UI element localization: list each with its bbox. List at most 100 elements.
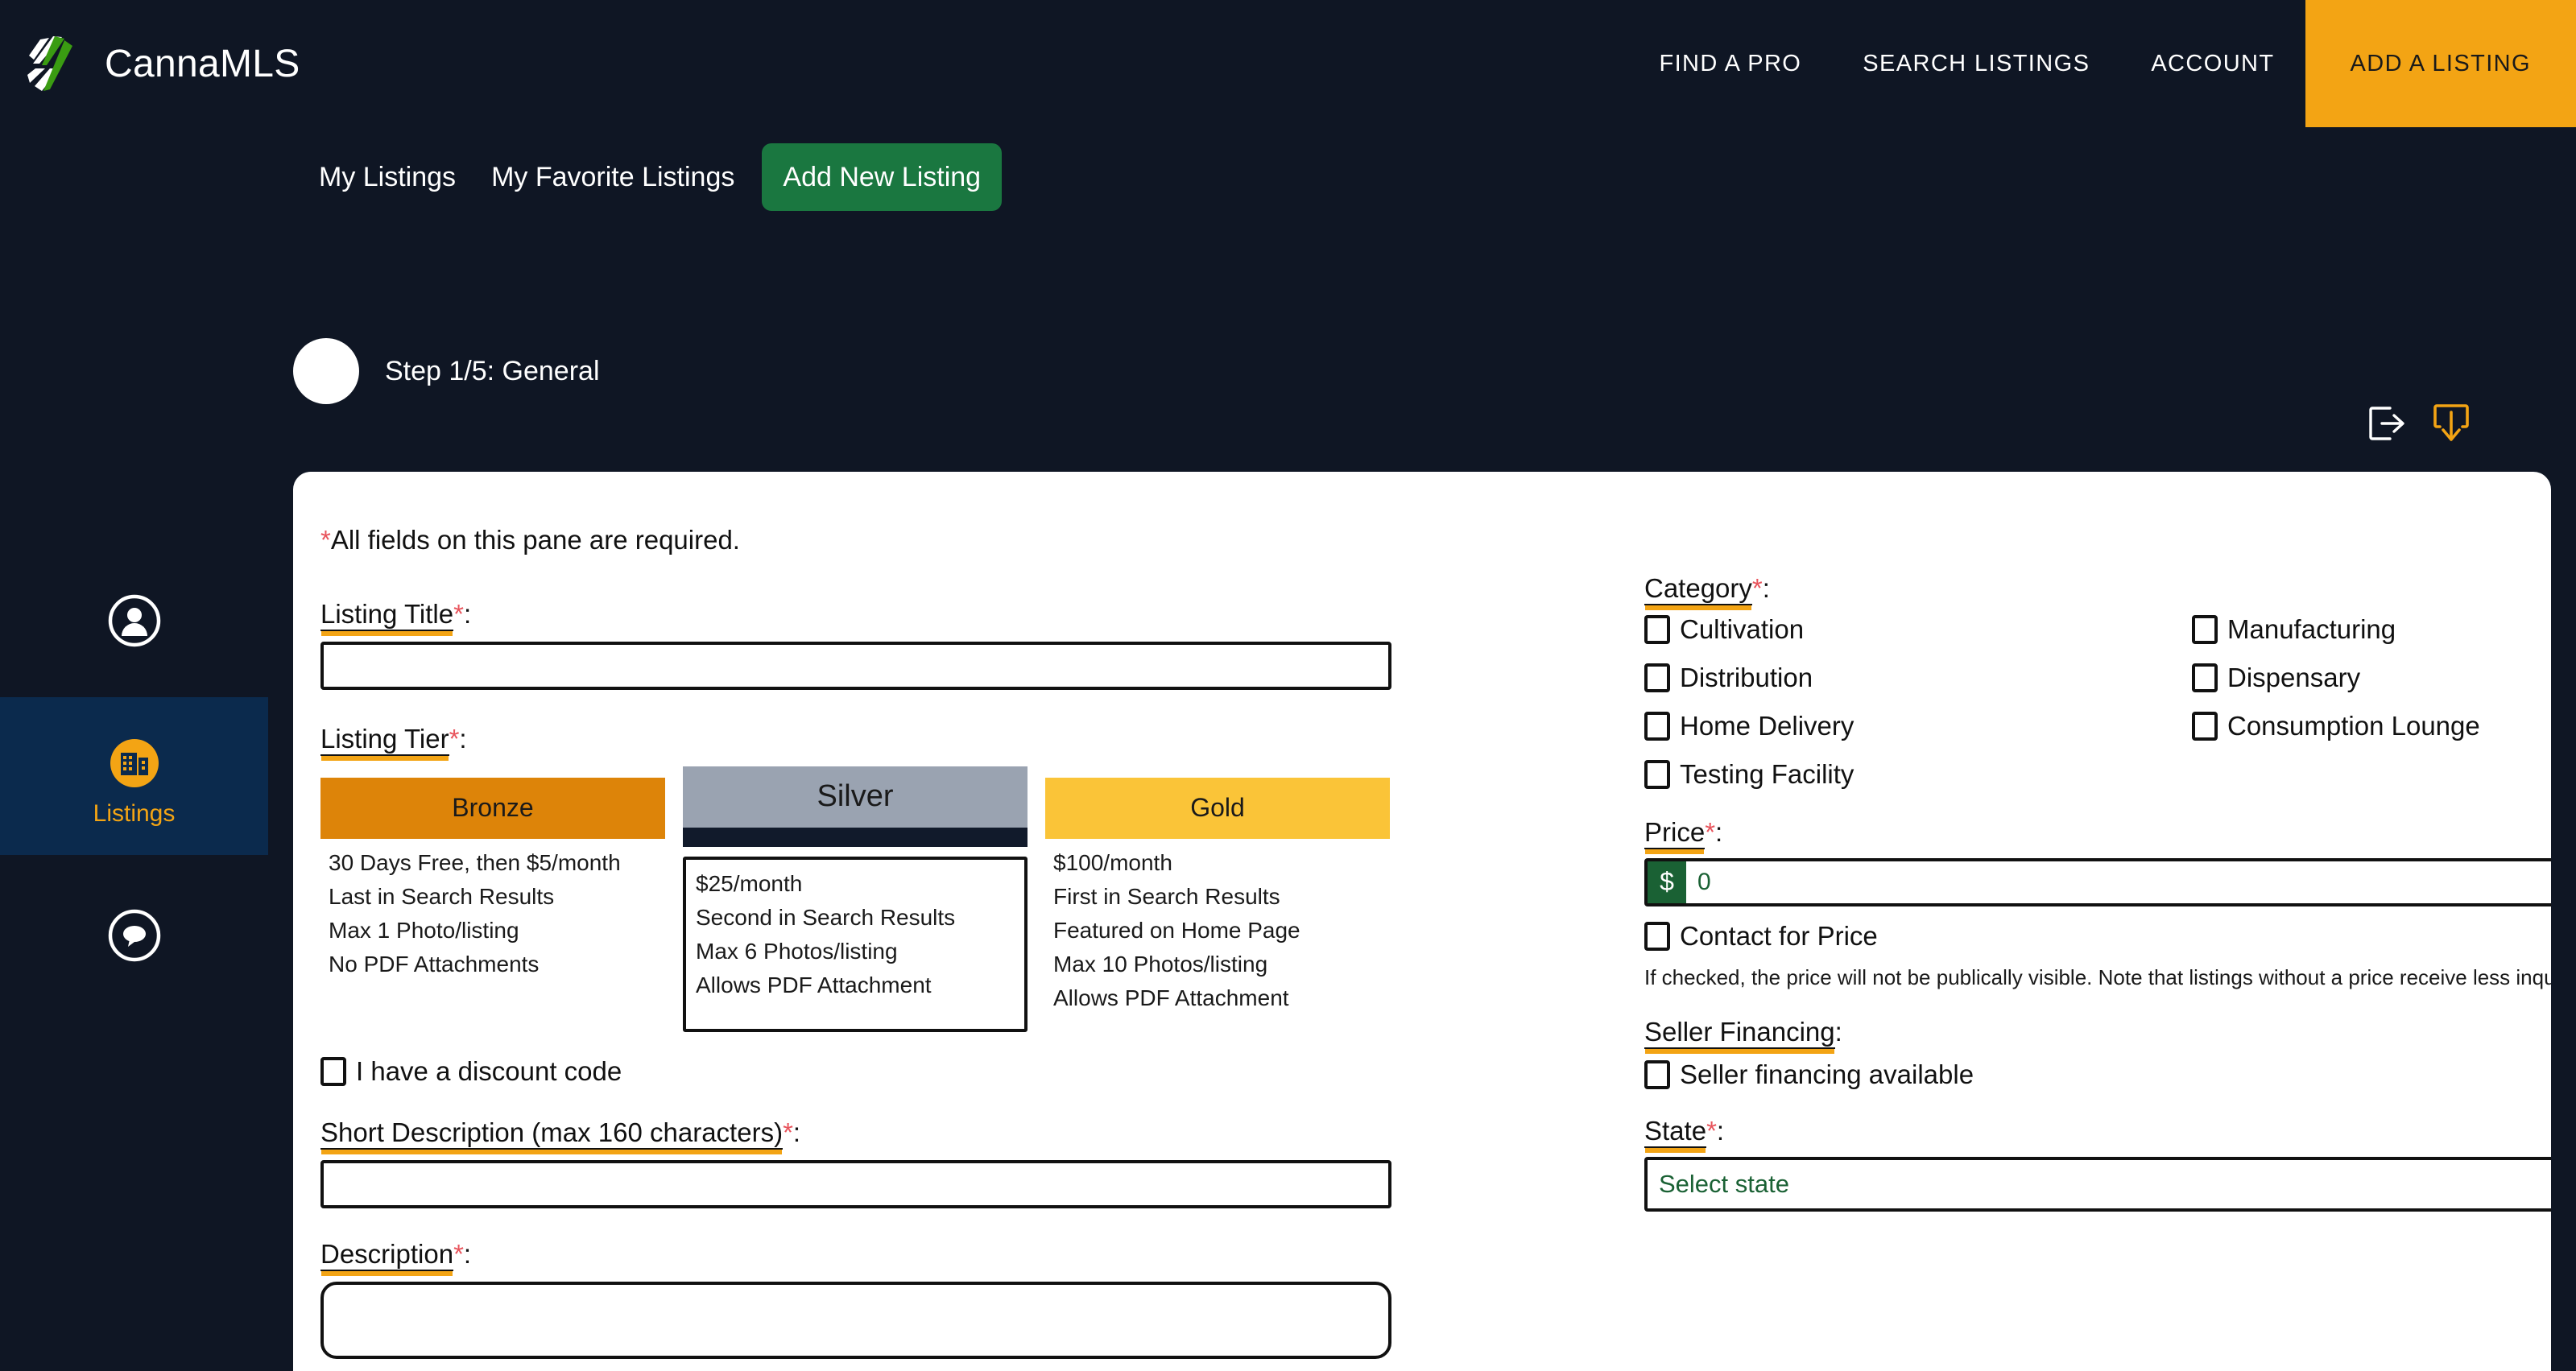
step-indicator: Step 1/5: General (293, 338, 600, 404)
left-sidebar: Listings (0, 127, 268, 1371)
required-marker: * (320, 525, 331, 555)
card-action-icons (2367, 403, 2469, 444)
listing-tier-options: Bronze 30 Days Free, then $5/month Last … (320, 766, 1391, 1032)
price-input[interactable] (1686, 861, 2551, 903)
listings-subnav: My Listings My Favorite Listings Add New… (301, 143, 1003, 211)
tier-silver-features: $25/month Second in Search Results Max 6… (683, 856, 1028, 1032)
listings-building-icon (110, 739, 159, 787)
category-checkbox-dispensary[interactable] (2192, 663, 2218, 692)
seller-financing-option-label: Seller financing available (1680, 1059, 1974, 1089)
tier-gold-title[interactable]: Gold (1045, 777, 1390, 839)
tier-feature: 30 Days Free, then $5/month (329, 849, 621, 875)
topnav-item-account[interactable]: ACCOUNT (2120, 0, 2305, 127)
tier-feature: Second in Search Results (696, 904, 956, 930)
required-fields-note: *All fields on this pane are required. (320, 525, 740, 555)
category-option-dispensary[interactable]: Dispensary (2192, 663, 2551, 693)
listing-tier-label: Listing Tier*: (320, 723, 1391, 756)
topnav-item-add-a-listing[interactable]: ADD A LISTING (2305, 0, 2576, 127)
step-label: Step 1/5: General (385, 355, 600, 386)
topnav-item-find-a-pro[interactable]: FIND A PRO (1628, 0, 1832, 127)
category-option-cultivation[interactable]: Cultivation (1644, 614, 2192, 645)
subnav-my-favorite-listings[interactable]: My Favorite Listings (473, 143, 752, 211)
listing-form-card: *All fields on this pane are required. L… (293, 472, 2551, 1371)
chat-bubble-icon (108, 909, 160, 962)
category-checkbox-consumption-lounge[interactable] (2192, 711, 2218, 741)
category-checkbox-home-delivery[interactable] (1644, 711, 1670, 741)
tier-feature: First in Search Results (1053, 883, 1280, 909)
category-label-home-delivery: Home Delivery (1680, 710, 1854, 741)
currency-symbol-icon: $ (1648, 861, 1686, 903)
seller-financing-row[interactable]: Seller financing available (1644, 1059, 2551, 1090)
tier-feature: Featured on Home Page (1053, 917, 1300, 943)
top-header: CannaMLS FIND A PRO SEARCH LISTINGS ACCO… (0, 0, 2576, 127)
category-options: Cultivation Manufacturing Distribution D… (1644, 614, 2551, 790)
category-label-cultivation: Cultivation (1680, 613, 1805, 644)
category-option-home-delivery[interactable]: Home Delivery (1644, 711, 2192, 741)
category-label-consumption-lounge: Consumption Lounge (2227, 710, 2480, 741)
cannamls-logo-icon (27, 36, 72, 91)
tier-feature: $100/month (1053, 849, 1172, 875)
tier-silver-title[interactable]: Silver (683, 766, 1028, 828)
tier-feature: No PDF Attachments (329, 951, 540, 977)
category-option-consumption-lounge[interactable]: Consumption Lounge (2192, 711, 2551, 741)
category-checkbox-testing-facility[interactable] (1644, 759, 1670, 789)
tier-feature: Allows PDF Attachment (696, 972, 932, 997)
tier-option-bronze[interactable]: Bronze 30 Days Free, then $5/month Last … (320, 766, 665, 1032)
description-label: Description*: (320, 1238, 1391, 1271)
listing-title-label: Listing Title*: (320, 599, 1391, 631)
short-description-input[interactable] (320, 1159, 1391, 1208)
exit-arrow-icon[interactable] (2367, 405, 2406, 442)
category-checkbox-distribution[interactable] (1644, 663, 1670, 692)
tier-feature: Max 10 Photos/listing (1053, 951, 1268, 977)
add-new-listing-button[interactable]: Add New Listing (762, 143, 1003, 211)
form-left-column: Listing Title*: Listing Tier*: Bronze 30… (320, 599, 1391, 1363)
brand-name: CannaMLS (105, 42, 300, 85)
topnav-item-search-listings[interactable]: SEARCH LISTINGS (1832, 0, 2120, 127)
category-label-manufacturing: Manufacturing (2227, 613, 2396, 644)
price-label: Price*: (1644, 816, 2551, 849)
subnav-my-listings[interactable]: My Listings (301, 143, 473, 211)
tier-feature: Max 6 Photos/listing (696, 938, 898, 964)
tier-gold-features: $100/month First in Search Results Featu… (1045, 839, 1390, 1011)
category-checkbox-cultivation[interactable] (1644, 614, 1670, 644)
form-right-column: Category*: Cultivation Manufacturing Dis… (1644, 573, 2551, 1212)
tier-feature: Last in Search Results (329, 883, 555, 909)
sidebar-item-messages[interactable] (0, 855, 268, 1016)
discount-code-checkbox-row[interactable]: I have a discount code (320, 1056, 1391, 1087)
listing-title-input[interactable] (320, 641, 1391, 690)
download-save-icon[interactable] (2433, 403, 2469, 444)
price-input-group: $ (1644, 857, 2551, 906)
short-description-label: Short Description (max 160 characters)*: (320, 1117, 1391, 1150)
sidebar-item-profile[interactable] (0, 544, 268, 697)
sidebar-item-listings[interactable]: Listings (0, 697, 268, 855)
seller-financing-checkbox[interactable] (1644, 1059, 1670, 1089)
tier-option-gold[interactable]: Gold $100/month First in Search Results … (1045, 766, 1390, 1032)
state-select[interactable]: Select state (1644, 1156, 2551, 1212)
discount-code-checkbox[interactable] (320, 1056, 346, 1086)
tier-feature: Max 1 Photo/listing (329, 917, 519, 943)
tier-bronze-features: 30 Days Free, then $5/month Last in Sear… (320, 839, 665, 977)
description-textarea[interactable] (320, 1281, 1391, 1359)
brand-logo[interactable]: CannaMLS (23, 33, 300, 94)
tier-option-silver[interactable]: Silver $25/month Second in Search Result… (683, 766, 1028, 1032)
tier-silver-selected-bar (683, 827, 1028, 847)
price-helper-text: If checked, the price will not be public… (1644, 964, 2551, 989)
tier-bronze-title[interactable]: Bronze (320, 777, 665, 839)
contact-for-price-checkbox[interactable] (1644, 921, 1670, 951)
category-option-testing-facility[interactable]: Testing Facility (1644, 759, 2192, 790)
seller-financing-label: Seller Financing: (1644, 1016, 2551, 1049)
category-label: Category*: (1644, 573, 2551, 605)
category-checkbox-manufacturing[interactable] (2192, 614, 2218, 644)
state-select-placeholder: Select state (1659, 1169, 1789, 1198)
category-label-testing-facility: Testing Facility (1680, 758, 1854, 789)
category-option-manufacturing[interactable]: Manufacturing (2192, 614, 2551, 645)
tier-feature: Allows PDF Attachment (1053, 985, 1289, 1010)
sidebar-item-listings-label: Listings (93, 800, 176, 827)
tier-feature: $25/month (696, 870, 803, 896)
category-option-distribution[interactable]: Distribution (1644, 663, 2192, 693)
required-note-text: All fields on this pane are required. (330, 525, 740, 555)
top-nav: FIND A PRO SEARCH LISTINGS ACCOUNT ADD A… (1628, 0, 2576, 127)
profile-icon (108, 594, 160, 647)
contact-for-price-label: Contact for Price (1680, 920, 1878, 951)
contact-for-price-row[interactable]: Contact for Price (1644, 921, 2551, 952)
